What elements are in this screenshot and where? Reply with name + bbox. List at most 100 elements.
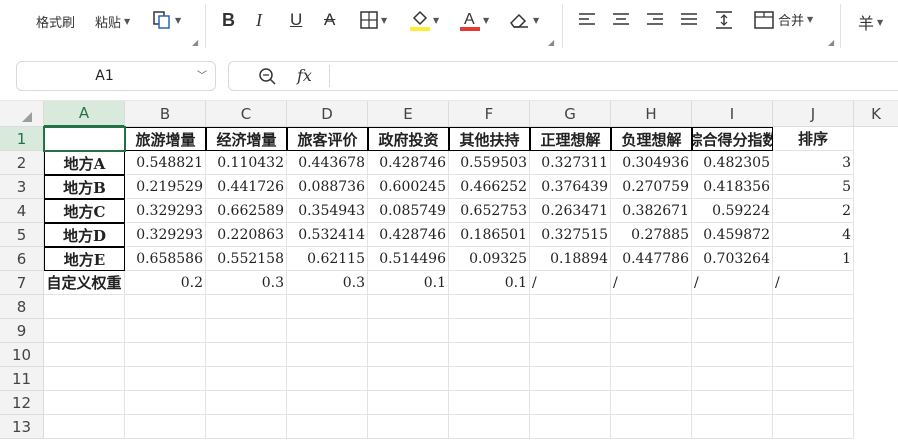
column-header-i[interactable]: I [692,101,773,127]
row-header-11[interactable]: 11 [0,367,44,391]
cell-a6[interactable]: 地方E [44,247,125,271]
cell-e5[interactable]: 0.428746 [368,223,449,247]
cell-j1[interactable]: 排序 [773,127,854,151]
column-header-e[interactable]: E [368,101,449,127]
cell-f6[interactable]: 0.09325 [449,247,530,271]
cell-f8[interactable] [449,295,530,319]
cell-a10[interactable] [44,343,125,367]
cell-d5[interactable]: 0.532414 [287,223,368,247]
row-header-5[interactable]: 5 [0,223,44,247]
cell-e3[interactable]: 0.600245 [368,175,449,199]
cell-b3[interactable]: 0.219529 [125,175,206,199]
cell-e7[interactable]: 0.1 [368,271,449,295]
cell-a13[interactable] [44,415,125,439]
cell-e1[interactable]: 政府投资 [368,127,449,151]
cell-c13[interactable] [206,415,287,439]
cell-g12[interactable] [530,391,611,415]
cell-j3[interactable]: 5 [773,175,854,199]
cell-g2[interactable]: 0.327311 [530,151,611,175]
column-header-d[interactable]: D [287,101,368,127]
cell-f11[interactable] [449,367,530,391]
cell-a7[interactable]: 自定义权重 [44,271,125,295]
cell-b5[interactable]: 0.329293 [125,223,206,247]
cell-d6[interactable]: 0.62115 [287,247,368,271]
cell-j11[interactable] [773,367,854,391]
align-right-button[interactable] [646,12,664,28]
cell-f13[interactable] [449,415,530,439]
cell-e9[interactable] [368,319,449,343]
number-format-button[interactable]: 羊 ▼ [858,10,883,34]
cell-h5[interactable]: 0.27885 [611,223,692,247]
cell-j4[interactable]: 2 [773,199,854,223]
cell-i12[interactable] [692,391,773,415]
cell-i10[interactable] [692,343,773,367]
cell-d4[interactable]: 0.354943 [287,199,368,223]
cell-c2[interactable]: 0.110432 [206,151,287,175]
cell-h7[interactable]: / [611,271,692,295]
cell-i3[interactable]: 0.418356 [692,175,773,199]
cell-e13[interactable] [368,415,449,439]
cell-c6[interactable]: 0.552158 [206,247,287,271]
cell-b13[interactable] [125,415,206,439]
italic-button[interactable]: I [256,10,262,31]
cell-c1[interactable]: 经济增量 [206,127,287,151]
cell-h3[interactable]: 0.270759 [611,175,692,199]
clipboard-group-expand-icon[interactable]: ◢ [192,38,198,47]
cell-e6[interactable]: 0.514496 [368,247,449,271]
column-header-j[interactable]: J [773,101,854,127]
cell-g1[interactable]: 正理想解 [530,127,611,151]
cell-g6[interactable]: 0.18894 [530,247,611,271]
cell-h11[interactable] [611,367,692,391]
cell-c5[interactable]: 0.220863 [206,223,287,247]
row-header-12[interactable]: 12 [0,391,44,415]
cell-i5[interactable]: 0.459872 [692,223,773,247]
row-header-9[interactable]: 9 [0,319,44,343]
cell-c11[interactable] [206,367,287,391]
cell-f12[interactable] [449,391,530,415]
column-header-f[interactable]: F [449,101,530,127]
cell-e12[interactable] [368,391,449,415]
cell-d10[interactable] [287,343,368,367]
font-group-expand-icon[interactable]: ◢ [548,38,554,47]
fill-color-button[interactable]: ▼ [410,8,439,32]
row-header-8[interactable]: 8 [0,295,44,319]
cell-a11[interactable] [44,367,125,391]
cell-c3[interactable]: 0.441726 [206,175,287,199]
cell-f1[interactable]: 其他扶持 [449,127,530,151]
row-header-1[interactable]: 1 [0,127,44,151]
clear-format-button[interactable]: ▼ [508,10,539,30]
cell-c4[interactable]: 0.662589 [206,199,287,223]
cell-h12[interactable] [611,391,692,415]
cell-e11[interactable] [368,367,449,391]
cell-d13[interactable] [287,415,368,439]
row-header-7[interactable]: 7 [0,271,44,295]
cell-d7[interactable]: 0.3 [287,271,368,295]
cell-d3[interactable]: 0.088736 [287,175,368,199]
cell-i6[interactable]: 0.703264 [692,247,773,271]
cell-c9[interactable] [206,319,287,343]
cell-b11[interactable] [125,367,206,391]
row-header-10[interactable]: 10 [0,343,44,367]
column-header-h[interactable]: H [611,101,692,127]
cell-a3[interactable]: 地方B [44,175,125,199]
chevron-down-icon[interactable]: ﹀ [197,67,207,82]
cell-a12[interactable] [44,391,125,415]
cell-h9[interactable] [611,319,692,343]
column-header-g[interactable]: G [530,101,611,127]
cell-f7[interactable]: 0.1 [449,271,530,295]
cell-a9[interactable] [44,319,125,343]
formula-input[interactable]: fx [228,61,898,91]
cell-g3[interactable]: 0.376439 [530,175,611,199]
zoom-icon[interactable] [257,66,277,86]
cell-f5[interactable]: 0.186501 [449,223,530,247]
cell-b12[interactable] [125,391,206,415]
cell-g9[interactable] [530,319,611,343]
cell-b9[interactable] [125,319,206,343]
cell-h1[interactable]: 负理想解 [611,127,692,151]
column-header-k[interactable]: K [854,101,898,127]
cell-d2[interactable]: 0.443678 [287,151,368,175]
cell-e10[interactable] [368,343,449,367]
align-left-button[interactable] [578,12,596,28]
align-center-button[interactable] [612,12,630,28]
cell-d1[interactable]: 旅客评价 [287,127,368,151]
